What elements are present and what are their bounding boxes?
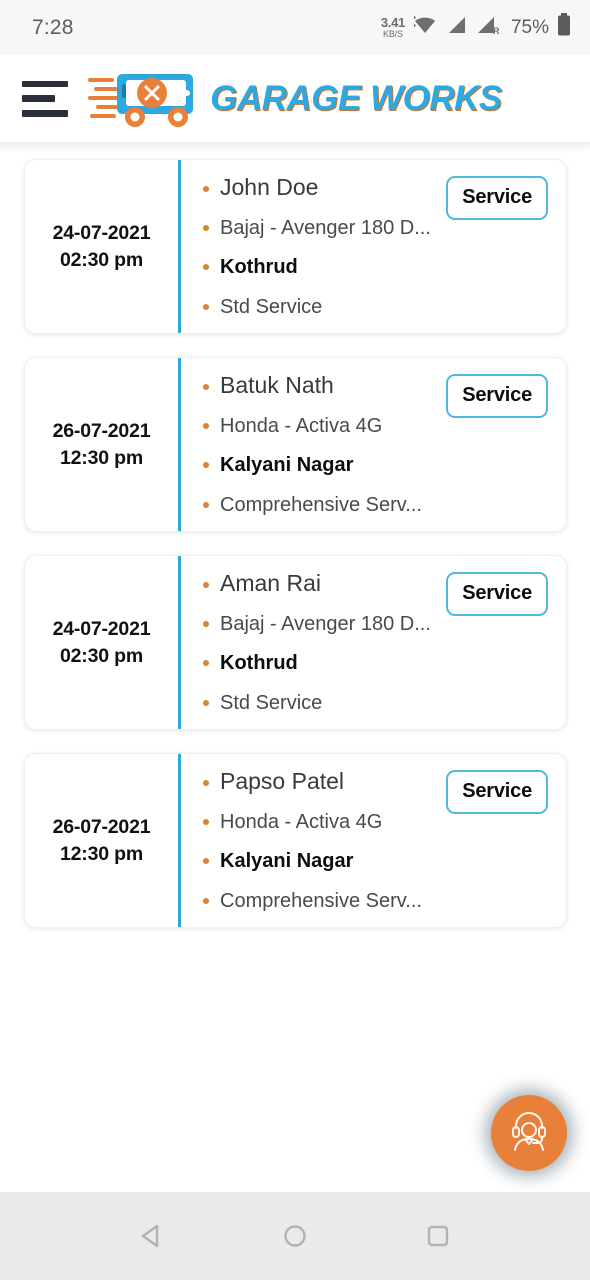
hamburger-bar-3	[22, 109, 68, 117]
battery-percent-label: 75%	[510, 16, 549, 38]
hamburger-bar-2	[22, 95, 55, 102]
service-badge[interactable]: Service	[446, 374, 548, 418]
appointment-datetime: 26-07-2021 12:30 pm	[25, 754, 178, 927]
appointment-time: 12:30 pm	[60, 446, 143, 469]
svg-text:R: R	[493, 26, 500, 36]
home-circle-icon[interactable]	[266, 1207, 324, 1265]
network-speed-indicator: 3.41 KB/S	[381, 16, 405, 39]
detail-row-service: Comprehensive Serv...	[203, 494, 556, 517]
network-speed-unit: KB/S	[383, 29, 403, 39]
app-header: GARAGE WORKS	[0, 55, 590, 143]
detail-row-vehicle: Honda - Activa 4G	[203, 415, 556, 438]
bullet-icon	[203, 384, 209, 390]
appointment-card[interactable]: 24-07-2021 02:30 pm Aman Rai Bajaj - Ave…	[24, 555, 567, 730]
appointment-date: 24-07-2021	[52, 618, 151, 641]
vehicle-name: Honda - Activa 4G	[220, 414, 383, 437]
detail-row-location: Kothrud	[203, 256, 556, 279]
battery-icon	[556, 13, 572, 42]
appointment-details: Aman Rai Bajaj - Avenger 180 D... Kothru…	[181, 556, 566, 729]
customer-name: Papso Patel	[220, 768, 345, 794]
appointment-card[interactable]: 26-07-2021 12:30 pm Papso Patel Honda - …	[24, 753, 567, 928]
wifi-icon	[412, 14, 438, 41]
service-type: Std Service	[220, 691, 323, 714]
vehicle-name: Bajaj - Avenger 180 D...	[220, 612, 431, 635]
detail-row-service: Std Service	[203, 296, 556, 319]
appointment-card[interactable]: 24-07-2021 02:30 pm John Doe Bajaj - Ave…	[24, 159, 567, 334]
hamburger-menu-icon[interactable]	[22, 80, 68, 117]
appointment-date: 24-07-2021	[52, 222, 151, 245]
bullet-icon	[203, 224, 209, 231]
location-name: Kothrud	[220, 652, 298, 675]
bullet-icon	[203, 897, 209, 904]
signal-icon	[445, 14, 469, 41]
app-logo: GARAGE WORKS	[88, 62, 502, 135]
bullet-icon	[203, 422, 209, 429]
bullet-icon	[203, 501, 209, 508]
signal-roaming-icon: R	[476, 14, 502, 41]
detail-row-vehicle: Bajaj - Avenger 180 D...	[203, 217, 556, 240]
bullet-icon	[203, 660, 209, 667]
bullet-icon	[203, 303, 209, 310]
bullet-icon	[203, 818, 209, 825]
appointment-details: Papso Patel Honda - Activa 4G Kalyani Na…	[181, 754, 566, 927]
bullet-icon	[203, 858, 209, 865]
detail-row-location: Kalyani Nagar	[203, 850, 556, 873]
service-badge[interactable]: Service	[446, 770, 548, 814]
appointment-datetime: 26-07-2021 12:30 pm	[25, 358, 178, 531]
bullet-icon	[203, 620, 209, 627]
service-type: Comprehensive Serv...	[220, 889, 422, 912]
appointment-date: 26-07-2021	[52, 816, 151, 839]
appointment-time: 02:30 pm	[60, 644, 143, 667]
customer-name: John Doe	[220, 174, 319, 200]
appointment-list: 24-07-2021 02:30 pm John Doe Bajaj - Ave…	[0, 153, 590, 1193]
service-badge[interactable]: Service	[446, 176, 548, 220]
status-icons: 3.41 KB/S R 75%	[381, 13, 572, 42]
bullet-icon	[203, 780, 209, 786]
appointment-time: 02:30 pm	[60, 248, 143, 271]
appointment-time: 12:30 pm	[60, 842, 143, 865]
appointment-details: Batuk Nath Honda - Activa 4G Kalyani Nag…	[181, 358, 566, 531]
logo-text: GARAGE WORKS	[210, 78, 502, 118]
status-clock: 7:28	[32, 15, 74, 39]
network-speed-value: 3.41	[380, 15, 405, 30]
support-fab-button[interactable]	[491, 1095, 567, 1171]
recents-square-icon[interactable]	[409, 1207, 467, 1265]
service-type: Comprehensive Serv...	[220, 493, 422, 516]
appointment-card[interactable]: 26-07-2021 12:30 pm Batuk Nath Honda - A…	[24, 357, 567, 532]
vehicle-name: Honda - Activa 4G	[220, 810, 383, 833]
detail-row-vehicle: Bajaj - Avenger 180 D...	[203, 613, 556, 636]
location-name: Kothrud	[220, 256, 298, 279]
hamburger-bar-1	[22, 80, 68, 88]
customer-name: Aman Rai	[220, 570, 321, 596]
header-shade	[0, 143, 590, 153]
service-type: Std Service	[220, 295, 323, 318]
support-agent-icon	[506, 1108, 552, 1159]
detail-row-service: Comprehensive Serv...	[203, 890, 556, 913]
android-nav-bar	[0, 1192, 590, 1280]
bullet-icon	[203, 186, 209, 192]
back-triangle-icon[interactable]	[123, 1207, 181, 1265]
customer-name: Batuk Nath	[220, 372, 334, 398]
location-name: Kalyani Nagar	[220, 850, 354, 873]
status-bar: 7:28 3.41 KB/S R 75%	[0, 0, 590, 55]
garage-van-icon	[88, 62, 208, 135]
appointment-datetime: 24-07-2021 02:30 pm	[25, 160, 178, 333]
vehicle-name: Bajaj - Avenger 180 D...	[220, 216, 431, 239]
location-name: Kalyani Nagar	[220, 454, 354, 477]
bullet-icon	[203, 582, 209, 588]
appointment-details: John Doe Bajaj - Avenger 180 D... Kothru…	[181, 160, 566, 333]
bullet-icon	[203, 699, 209, 706]
detail-row-vehicle: Honda - Activa 4G	[203, 811, 556, 834]
detail-row-service: Std Service	[203, 692, 556, 715]
bullet-icon	[203, 264, 209, 271]
bullet-icon	[203, 462, 209, 469]
appointment-datetime: 24-07-2021 02:30 pm	[25, 556, 178, 729]
detail-row-location: Kalyani Nagar	[203, 454, 556, 477]
detail-row-location: Kothrud	[203, 652, 556, 675]
service-badge[interactable]: Service	[446, 572, 548, 616]
appointment-date: 26-07-2021	[52, 420, 151, 443]
